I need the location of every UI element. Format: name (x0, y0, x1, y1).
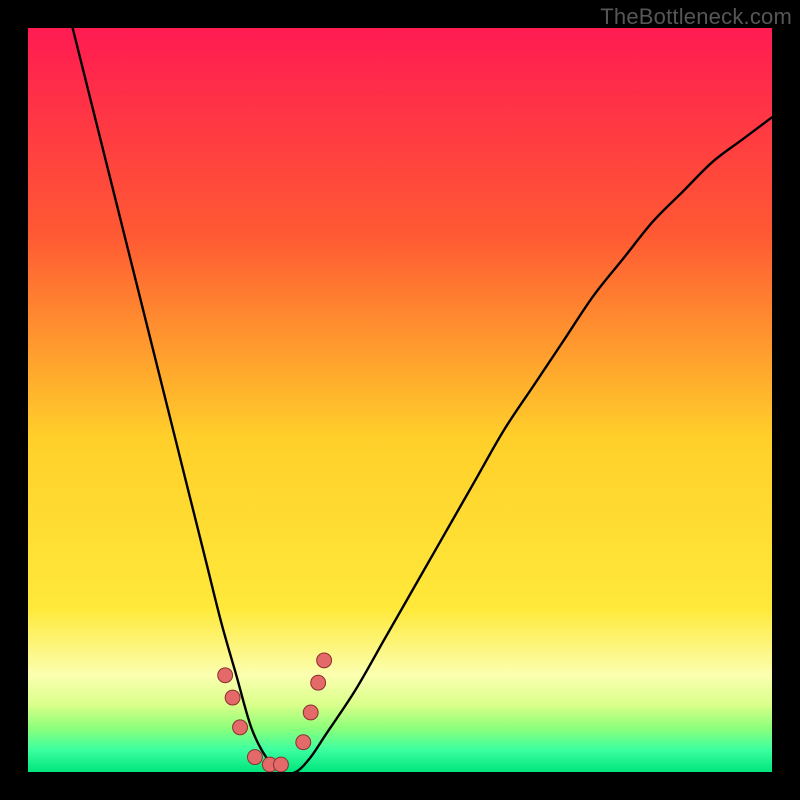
data-dot (233, 720, 248, 735)
data-dot (311, 675, 326, 690)
data-dot (247, 750, 262, 765)
data-dot (218, 668, 233, 683)
gradient-bg (28, 28, 772, 772)
watermark-text: TheBottleneck.com (600, 4, 792, 30)
data-dot (317, 653, 332, 668)
plot-area (28, 28, 772, 772)
bottleneck-chart (28, 28, 772, 772)
chart-frame: TheBottleneck.com (0, 0, 800, 800)
data-dot (296, 735, 311, 750)
data-dot (303, 705, 318, 720)
data-dot (225, 690, 240, 705)
data-dot (274, 757, 289, 772)
